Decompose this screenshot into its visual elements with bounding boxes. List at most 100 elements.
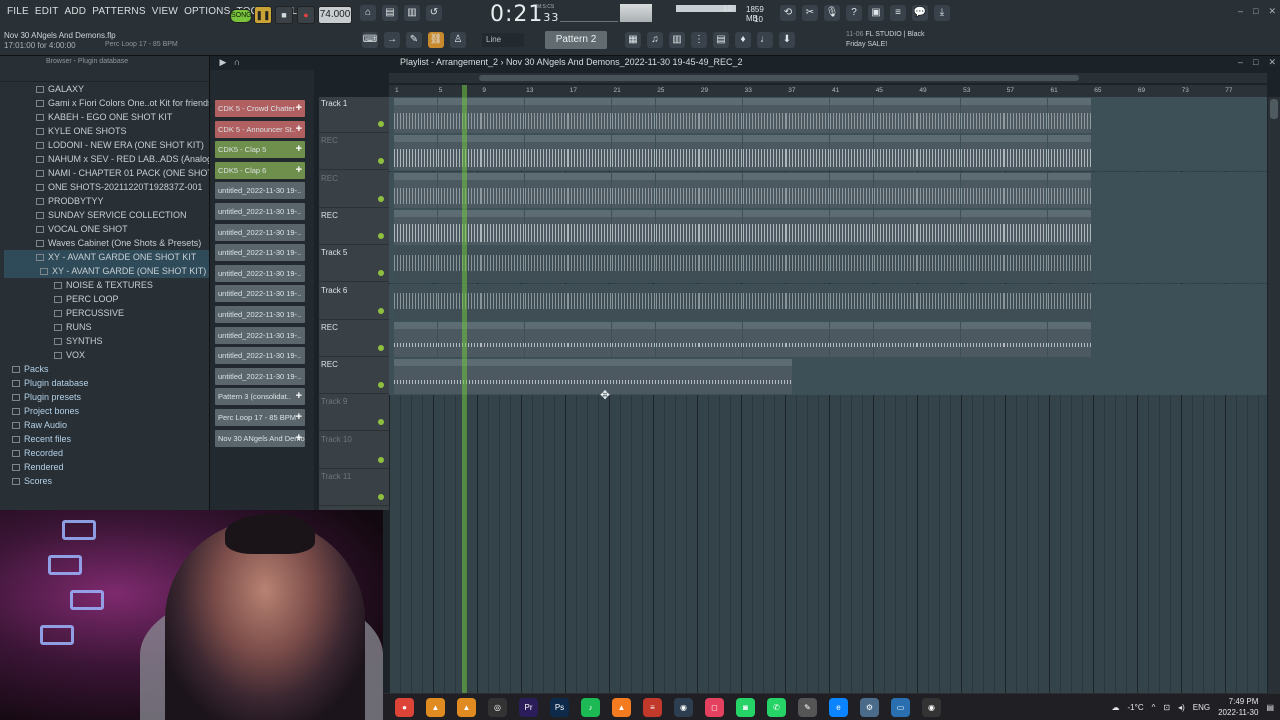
track-header[interactable]: Track 11 — [319, 470, 389, 506]
pattern-clip[interactable] — [655, 284, 699, 320]
pattern-clip[interactable] — [655, 247, 699, 283]
browser-item[interactable]: KABEH - EGO ONE SHOT KIT — [4, 110, 209, 124]
browser-item[interactable]: KYLE ONE SHOTS — [4, 124, 209, 138]
browser-item[interactable]: Raw Audio — [4, 418, 209, 432]
browser-item[interactable]: NOISE & TEXTURES — [4, 278, 209, 292]
pattern-selector[interactable]: Pattern 2 — [545, 31, 607, 49]
timeline-ruler[interactable]: 1 5 9 13 17 21 25 29 33 37 41 45 49 53 57 61 65 69 73 77 — [389, 85, 1267, 97]
stamp-icon[interactable]: ♙ — [450, 32, 466, 48]
pattern-clip[interactable] — [1004, 247, 1048, 283]
pattern-clip[interactable]: CD..adium — [394, 135, 437, 171]
channel-item[interactable]: untitled_2022-11-30 19-.. — [215, 264, 305, 282]
notification-icon[interactable]: ▤ — [1266, 703, 1274, 712]
channel-item[interactable]: untitled_2022-11-30 19-.. — [215, 244, 305, 262]
browser-item[interactable]: NAHUM x SEV - RED LAB..ADS (Analog Lab B… — [4, 152, 209, 166]
menu-item-file[interactable]: FILE — [4, 6, 32, 17]
pattern-clip[interactable] — [742, 247, 786, 283]
pattern-clip[interactable]: Patt..ated) — [524, 98, 568, 133]
pattern-clip[interactable]: Pattern 3 — [1048, 172, 1091, 208]
pattern-clip[interactable]: Patt..ated) — [873, 98, 917, 133]
playlist-minimize-icon[interactable]: – — [1238, 57, 1243, 68]
tempo-field[interactable]: 74.000 — [318, 6, 352, 24]
playhead[interactable] — [462, 85, 467, 693]
photoshop-icon[interactable]: Ps — [550, 698, 569, 717]
browser-item[interactable]: PERCUSSIVE — [4, 306, 209, 320]
channel-item[interactable]: Perc Loop 17 - 85 BPM + — [215, 409, 305, 426]
menu-item-edit[interactable]: EDIT — [32, 6, 62, 17]
stop-button[interactable]: ■ — [275, 6, 293, 24]
pattern-clip[interactable] — [699, 247, 743, 283]
pattern-clip[interactable]: Perc..BPM — [1004, 321, 1048, 357]
pattern-clip[interactable] — [481, 247, 525, 283]
pattern-clip[interactable]: Pattern 3 — [655, 172, 699, 208]
pattern-clip[interactable] — [568, 247, 612, 283]
pattern-clip[interactable]: Pattern 3 — [960, 172, 1004, 208]
browser-item[interactable]: SUNDAY SERVICE COLLECTION — [4, 208, 209, 222]
wait-icon[interactable]: ▤ — [382, 5, 398, 21]
pattern-clip[interactable] — [830, 284, 873, 320]
browser-item[interactable]: LODONI - NEW ERA (ONE SHOT KIT) — [4, 138, 209, 152]
pattern-clip[interactable] — [873, 284, 917, 320]
track-enable-led[interactable] — [378, 270, 384, 277]
record-button[interactable]: ● — [297, 6, 315, 24]
metronome-icon[interactable]: ⌂ — [360, 5, 376, 21]
pattern-clip[interactable]: Perc..BPM — [830, 321, 873, 357]
language-indicator[interactable]: ENG — [1193, 703, 1210, 712]
browser-item[interactable]: GALAXY — [4, 82, 209, 96]
pattern-clip[interactable]: Pattern 2 — [960, 209, 1004, 245]
browser-item[interactable]: Rendered — [4, 460, 209, 474]
pattern-clip[interactable] — [394, 247, 437, 283]
menu-item-options[interactable]: OPTIONS — [181, 6, 233, 17]
pattern-clip[interactable]: Pattern 2 — [699, 209, 743, 245]
track-enable-led[interactable] — [378, 307, 384, 314]
loop-record-icon[interactable]: ↺ — [426, 5, 442, 21]
pattern-clip[interactable]: Pattern 3 — [481, 172, 525, 208]
pattern-clip[interactable]: Pattern 2 — [1048, 209, 1091, 245]
track-enable-led[interactable] — [378, 195, 384, 202]
browser-item[interactable]: SYNTHS — [4, 334, 209, 348]
pattern-clip[interactable] — [960, 284, 1004, 320]
pattern-clip[interactable] — [960, 247, 1004, 283]
pattern-clip[interactable]: Patt..ated) — [1048, 98, 1091, 133]
song-mode-toggle[interactable]: SONG — [230, 9, 252, 23]
browser-item[interactable]: Plugin presets — [4, 390, 209, 404]
channel-item[interactable]: Nov 30 ANgels And Demo.. + — [215, 429, 305, 447]
pattern-clip[interactable]: CD..adium — [655, 135, 699, 171]
taskbar-clock[interactable]: 7:49 PM 2022-11-30 — [1218, 696, 1258, 718]
pattern-clip[interactable] — [742, 284, 786, 320]
pattern-clip[interactable] — [873, 247, 917, 283]
pattern-clip[interactable] — [612, 247, 655, 283]
track-enable-led[interactable] — [378, 158, 384, 165]
pattern-clip[interactable]: CD..adium — [960, 135, 1004, 171]
mic-icon[interactable]: 🎙 — [824, 5, 840, 21]
playlist-close-icon[interactable]: ✕ — [1268, 57, 1276, 68]
plugin-icon[interactable]: ♦ — [735, 32, 751, 48]
snap-icon[interactable]: ∩ — [232, 57, 242, 67]
vscroll-thumb[interactable] — [1270, 99, 1278, 119]
pattern-clip[interactable]: CD..adium — [1004, 135, 1048, 171]
track-header[interactable]: REC — [319, 321, 389, 357]
track-header[interactable]: Track 5 — [319, 246, 389, 283]
pattern-clip[interactable]: Perc..BPM — [655, 321, 699, 357]
pattern-clip[interactable]: Perc..BPM — [873, 321, 917, 357]
track-header[interactable]: REC — [319, 172, 389, 208]
add-icon[interactable]: + — [296, 121, 302, 138]
browser-item[interactable]: ONE SHOTS-20211220T192837Z-001 — [4, 180, 209, 194]
maximize-icon[interactable]: □ — [1253, 6, 1258, 17]
channel-rack-icon[interactable]: ▥ — [669, 32, 685, 48]
tray-chevron-icon[interactable]: ^ — [1152, 703, 1156, 712]
browser-item[interactable]: VOX — [4, 348, 209, 362]
pattern-clip[interactable]: Pattern 2 — [524, 209, 568, 245]
pen-icon[interactable]: ✎ — [798, 698, 817, 717]
pattern-clip[interactable]: Perc..BPM — [960, 321, 1004, 357]
pattern-clip[interactable]: CD..adium — [1048, 135, 1091, 171]
vertical-scrollbar[interactable] — [1268, 97, 1280, 693]
pattern-clip[interactable] — [786, 247, 830, 283]
pattern-clip[interactable] — [524, 284, 568, 320]
pattern-clip[interactable]: Perc..BPM — [524, 321, 568, 357]
pattern-clip[interactable]: Patt..ated) — [655, 98, 699, 133]
obs-icon[interactable]: ◎ — [488, 698, 507, 717]
camera-icon[interactable]: ◙ — [736, 698, 755, 717]
browser-item[interactable]: NAMI - CHAPTER 01 PACK (ONE SHOT KIT) — [4, 166, 209, 180]
pattern-clip[interactable]: Pattern 2 — [394, 209, 437, 245]
